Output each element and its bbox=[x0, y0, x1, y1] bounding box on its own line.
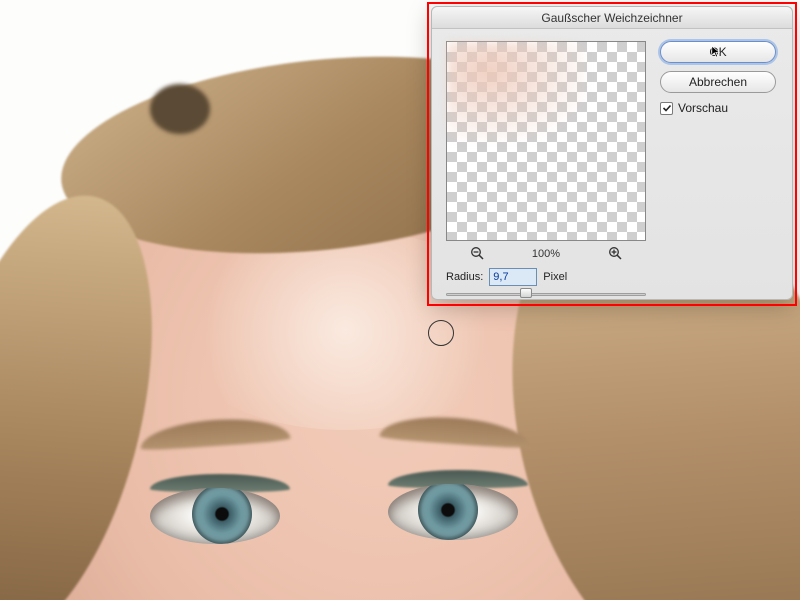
cancel-button[interactable]: Abbrechen bbox=[660, 71, 776, 93]
filter-preview[interactable] bbox=[446, 41, 646, 241]
gaussian-blur-dialog: Gaußscher Weichzeichner 100% Radius: Pix… bbox=[431, 6, 793, 300]
preview-checkbox-label: Vorschau bbox=[678, 101, 728, 115]
radius-slider[interactable] bbox=[446, 291, 646, 299]
radius-unit: Pixel bbox=[543, 271, 567, 283]
preview-checkbox[interactable] bbox=[660, 102, 673, 115]
preview-checkbox-row[interactable]: Vorschau bbox=[660, 101, 782, 115]
slider-rail bbox=[446, 293, 646, 296]
zoom-level: 100% bbox=[532, 248, 560, 260]
eye-right bbox=[388, 484, 518, 540]
check-icon bbox=[662, 103, 672, 113]
ok-button[interactable]: OK bbox=[660, 41, 776, 63]
ok-label: OK bbox=[709, 45, 726, 59]
zoom-in-icon[interactable] bbox=[608, 246, 622, 263]
slider-thumb[interactable] bbox=[520, 288, 532, 298]
zoom-out-icon[interactable] bbox=[470, 246, 484, 263]
radius-label: Radius: bbox=[446, 271, 483, 283]
preview-content bbox=[447, 42, 586, 141]
cancel-label: Abbrechen bbox=[689, 75, 747, 89]
radius-input[interactable] bbox=[489, 268, 537, 286]
brush-cursor-icon bbox=[428, 320, 454, 346]
eye-left bbox=[150, 488, 280, 544]
dialog-title: Gaußscher Weichzeichner bbox=[432, 7, 792, 29]
